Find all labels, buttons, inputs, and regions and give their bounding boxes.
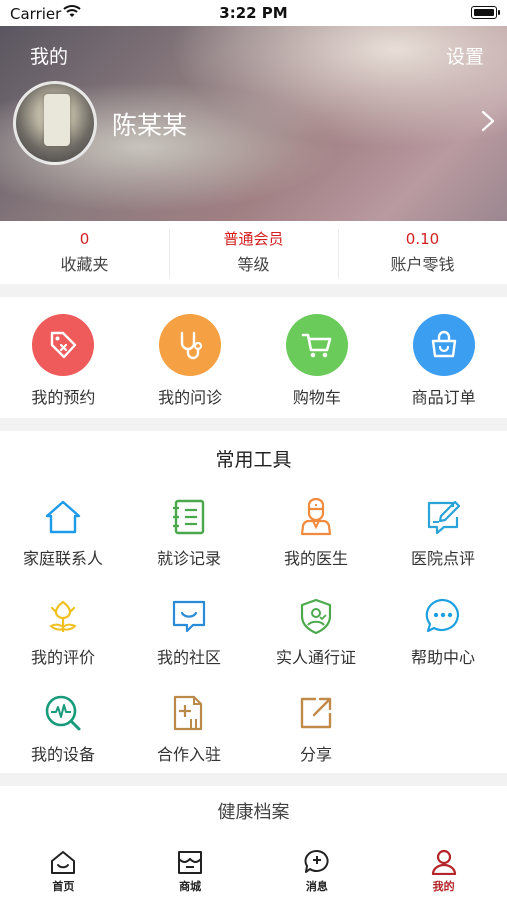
tool-label: 我的社区	[156, 648, 221, 667]
status-bar: Carrier 3:22 PM	[0, 0, 507, 26]
stat-value: 0	[79, 230, 90, 248]
partner-join-button[interactable]: 合作入驻	[126, 693, 252, 765]
hospital-review-button[interactable]: 医院点评	[380, 497, 506, 569]
avatar[interactable]	[13, 81, 97, 165]
help-center-button[interactable]: 帮助中心	[380, 596, 506, 668]
my-doctor-button[interactable]: 我的医生	[253, 497, 379, 569]
tool-label: 实人通行证	[275, 648, 356, 667]
tab-store[interactable]: 商城	[127, 840, 254, 900]
tab-messages[interactable]: 消息	[254, 840, 381, 900]
health-record-title: 健康档案	[217, 802, 290, 823]
common-tools-panel: 常用工具 家庭联系人 就诊记录 我的医生 医院点评 我的评价 我的社区 实人通行…	[0, 431, 507, 773]
tool-label: 医院点评	[410, 549, 475, 568]
settings-button[interactable]: 设置	[446, 42, 484, 69]
my-devices-button[interactable]: 我的设备	[0, 693, 126, 765]
page-title: 我的	[30, 46, 69, 68]
tab-label: 我的	[432, 880, 455, 893]
home-icon	[45, 500, 81, 534]
profile-header: 我的 设置 陈某某	[0, 26, 507, 221]
message-tab-icon	[304, 849, 329, 873]
family-contacts-button[interactable]: 家庭联系人	[0, 497, 126, 569]
my-appointments-button[interactable]: 我的预约	[0, 297, 127, 418]
stethoscope-icon	[159, 314, 222, 376]
tool-label: 我的医生	[283, 549, 348, 568]
stat-balance[interactable]: 0.10 账户零钱	[338, 221, 507, 284]
tab-mine[interactable]: 我的	[380, 840, 507, 900]
tool-label: 分享	[299, 745, 332, 764]
tool-label: 帮助中心	[410, 648, 475, 667]
real-person-pass-button[interactable]: 实人通行证	[253, 596, 379, 668]
share-icon	[300, 697, 332, 729]
chat-dots-icon	[425, 598, 459, 633]
my-reviews-button[interactable]: 我的评价	[0, 596, 126, 668]
health-record-section[interactable]: 健康档案	[0, 786, 507, 840]
stat-label: 等级	[237, 255, 270, 274]
tool-label: 我的评价	[30, 648, 95, 667]
home-tab-icon	[51, 851, 76, 874]
tab-label: 商城	[179, 880, 202, 893]
chevron-right-icon[interactable]	[481, 110, 495, 132]
tool-label: 家庭联系人	[22, 549, 103, 568]
stat-value: 普通会员	[223, 230, 284, 248]
tab-label: 首页	[52, 880, 75, 893]
doctor-icon	[300, 497, 332, 536]
stats-bar: 0 收藏夹 普通会员 等级 0.10 账户零钱	[0, 221, 507, 284]
shopping-cart-button[interactable]: 购物车	[254, 297, 381, 418]
document-plus-icon	[173, 695, 203, 731]
visit-records-button[interactable]: 就诊记录	[126, 497, 252, 569]
edit-icon	[427, 500, 461, 535]
order-label: 我的预约	[31, 388, 96, 407]
stat-value: 0.10	[405, 230, 440, 248]
pulse-search-icon	[45, 695, 81, 731]
store-tab-icon	[178, 851, 203, 874]
order-shortcuts: 我的预约 我的问诊 购物车 商品订单	[0, 297, 507, 418]
stat-label: 收藏夹	[60, 255, 109, 274]
chat-smile-icon	[172, 600, 206, 633]
record-icon	[173, 499, 205, 535]
tool-label: 我的设备	[30, 745, 95, 764]
product-orders-button[interactable]: 商品订单	[380, 297, 507, 418]
person-tab-icon	[431, 849, 456, 875]
share-button[interactable]: 分享	[253, 693, 379, 765]
tool-label: 合作入驻	[156, 745, 221, 764]
stat-level[interactable]: 普通会员 等级	[169, 221, 338, 284]
tool-label: 就诊记录	[156, 549, 221, 568]
order-label: 我的问诊	[158, 388, 223, 407]
shield-user-icon	[300, 598, 332, 635]
my-consultations-button[interactable]: 我的问诊	[127, 297, 254, 418]
tab-home[interactable]: 首页	[0, 840, 127, 900]
order-label: 商品订单	[411, 388, 476, 407]
stat-label: 账户零钱	[390, 255, 455, 274]
tulip-icon	[49, 600, 77, 632]
my-community-button[interactable]: 我的社区	[126, 596, 252, 668]
tag-icon	[32, 314, 95, 376]
tools-title: 常用工具	[215, 449, 292, 471]
bag-icon	[412, 314, 475, 376]
clock: 3:22 PM	[219, 4, 288, 22]
order-label: 购物车	[292, 388, 341, 407]
tab-bar: 首页 商城 消息 我的	[0, 840, 507, 900]
user-name[interactable]: 陈某某	[112, 106, 187, 142]
tab-label: 消息	[305, 880, 328, 893]
cart-icon	[285, 314, 348, 376]
stat-favorites[interactable]: 0 收藏夹	[0, 221, 169, 284]
battery-icon	[471, 6, 500, 19]
